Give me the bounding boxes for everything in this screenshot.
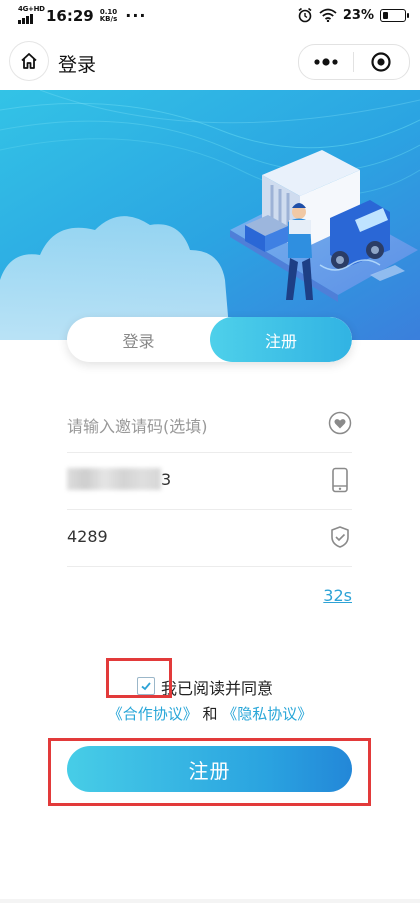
tab-login[interactable]: 登录 — [67, 317, 210, 362]
network-type: 4G+HD — [18, 4, 45, 13]
submit-highlight-box — [48, 738, 371, 806]
invite-code-placeholder: 请输入邀请码(选填) — [67, 417, 208, 436]
more-button[interactable] — [299, 45, 353, 79]
target-icon — [371, 52, 391, 72]
battery-icon — [380, 8, 409, 22]
and-text: 和 — [202, 705, 218, 723]
bottom-divider — [0, 899, 420, 903]
nav-bar: 登录 — [0, 36, 420, 88]
verification-code-value: 4289 — [67, 527, 108, 546]
home-icon — [21, 53, 37, 69]
mini-program-capsule — [298, 44, 410, 80]
banner-illustration — [0, 90, 420, 340]
heart-icon — [328, 410, 352, 436]
cooperation-agreement-link[interactable]: 《合作协议》 — [108, 705, 198, 723]
phone-visible-digit: 3 — [161, 470, 172, 489]
phone-icon — [328, 467, 352, 493]
invite-code-field[interactable]: 请输入邀请码(选填) — [67, 396, 352, 453]
tab-register[interactable]: 注册 — [210, 317, 352, 362]
register-page: 4G+HD 16:29 0.10 KB/s ··· 23% 登录 登录 注册 请… — [0, 0, 420, 903]
agreement-text: 我已阅读并同意 — [161, 679, 274, 698]
agreement-links: 《合作协议》 和 《隐私协议》 — [0, 703, 420, 724]
verification-code-field[interactable]: 4289 — [67, 510, 352, 567]
shield-check-icon — [328, 524, 352, 550]
notification-more: ··· — [125, 6, 147, 25]
checkbox-highlight-box — [106, 658, 172, 698]
status-right: 23% — [297, 7, 409, 23]
alarm-icon — [298, 7, 312, 23]
close-button[interactable] — [354, 45, 408, 79]
status-time: 16:29 — [46, 6, 94, 25]
auth-tab-switch: 登录 注册 — [67, 317, 352, 362]
wifi-icon — [319, 8, 337, 22]
status-left: 4G+HD 16:29 0.10 KB/s ··· — [18, 5, 147, 25]
banner-art — [0, 90, 420, 340]
resend-countdown[interactable]: 32s — [323, 586, 352, 605]
more-icon — [314, 58, 338, 66]
status-bar: 4G+HD 16:29 0.10 KB/s ··· 23% — [0, 0, 420, 34]
network-speed: 0.10 KB/s — [99, 8, 118, 23]
home-button[interactable] — [10, 42, 48, 80]
masked-phone-digits — [67, 468, 161, 490]
speed-unit: KB/s — [99, 14, 118, 23]
agreement-row: 我已阅读并同意 — [0, 674, 420, 698]
battery-level — [383, 11, 388, 19]
phone-field[interactable]: 3 — [67, 453, 352, 510]
page-title: 登录 — [58, 54, 97, 76]
signal-icon: 4G+HD — [18, 5, 45, 24]
battery-percent: 23% — [342, 7, 374, 23]
privacy-agreement-link[interactable]: 《隐私协议》 — [222, 705, 312, 723]
